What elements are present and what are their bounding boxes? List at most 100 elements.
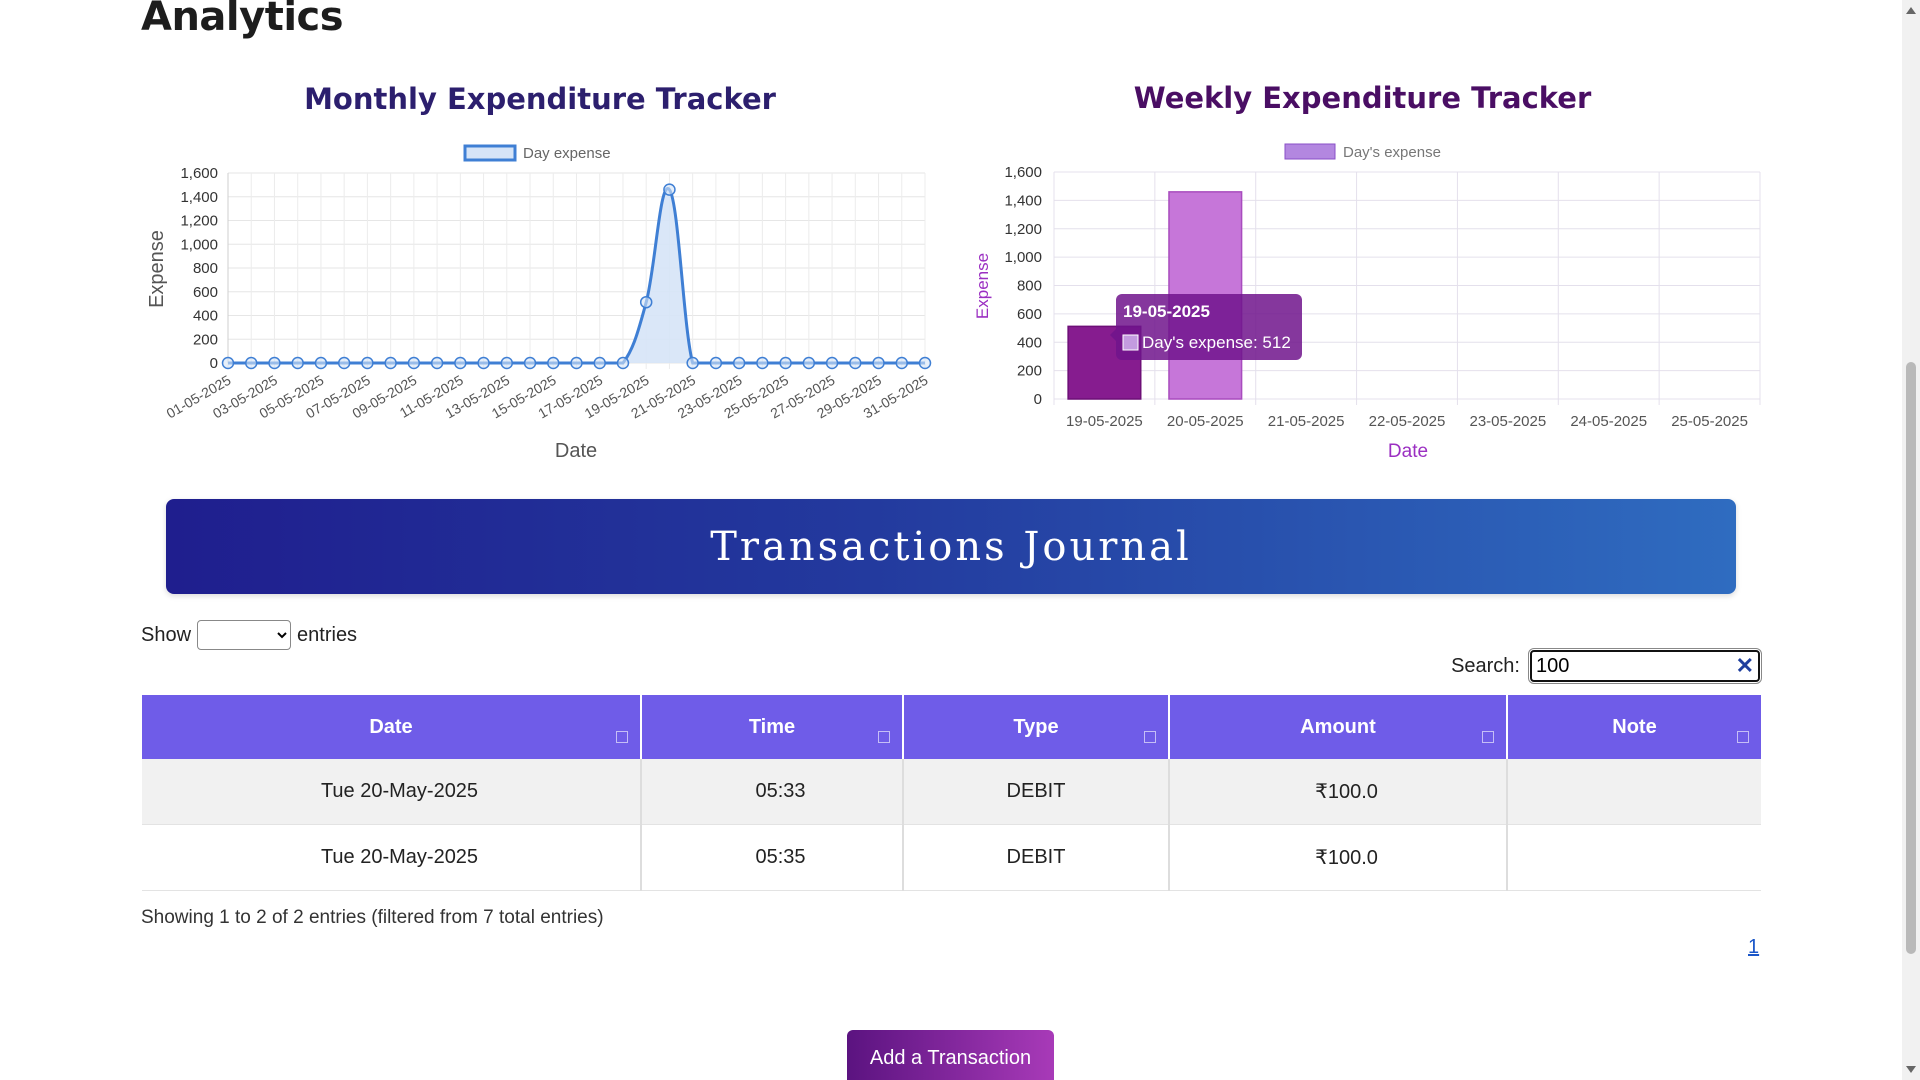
cell-amount: ₹100.0 — [1169, 824, 1508, 891]
entries-label: entries — [297, 623, 358, 646]
data-point — [570, 356, 583, 370]
pagination-page-1[interactable]: 1 — [1748, 936, 1759, 959]
vertical-scrollbar[interactable] — [1902, 0, 1920, 1080]
x-tick-label: 20-05-2025 — [1167, 413, 1244, 430]
column-header-note[interactable]: Note — [1507, 695, 1761, 759]
show-label: Show — [141, 623, 192, 646]
monthly-chart: Monthly Expenditure Tracker Day expense 0… — [140, 70, 940, 470]
tooltip-swatch — [1122, 334, 1139, 351]
cell-type: DEBIT — [903, 824, 1170, 891]
x-tick-label: 22-05-2025 — [1369, 413, 1446, 430]
x-tick-label: 21-05-2025 — [1268, 413, 1345, 430]
y-tick-label: 400 — [1017, 334, 1042, 351]
clear-search-icon[interactable]: ✕ — [1736, 653, 1754, 679]
entries-per-page-select[interactable] — [197, 620, 292, 650]
column-label: Amount — [1300, 715, 1376, 738]
sort-icon — [1737, 731, 1749, 743]
search-control: Search: ✕ — [1451, 648, 1762, 684]
scroll-down-arrow-icon[interactable] — [1906, 1066, 1916, 1073]
cell-note — [1507, 759, 1761, 825]
data-point — [361, 356, 374, 370]
legend-label: Day expense — [523, 145, 611, 162]
data-point — [314, 356, 328, 370]
x-tick-label: 25-05-2025 — [1671, 413, 1748, 430]
transactions-table: Date Time Type Amount Note Tue 20-May-20… — [142, 695, 1761, 891]
data-point — [244, 356, 258, 370]
y-tick-label: 1,600 — [180, 165, 218, 182]
x-tick-label: 19-05-2025 — [1066, 413, 1143, 430]
y-tick-label: 600 — [1017, 306, 1042, 323]
add-transaction-button[interactable]: Add a Transaction — [847, 1030, 1054, 1080]
data-point — [756, 356, 769, 370]
x-tick-label: 23-05-2025 — [1469, 413, 1546, 430]
page-heading: Analytics — [141, 0, 344, 40]
x-tick-label: 24-05-2025 — [1570, 413, 1647, 430]
cell-type: DEBIT — [903, 759, 1170, 825]
data-point — [639, 295, 653, 309]
y-tick-label: 200 — [1017, 363, 1042, 380]
weekly-chart: Weekly Expenditure Tracker Day's expense… — [960, 70, 1780, 470]
cell-time: 05:33 — [641, 759, 904, 825]
cell-time: 05:35 — [641, 824, 904, 891]
column-label: Note — [1612, 715, 1657, 738]
search-input[interactable] — [1536, 654, 1736, 678]
y-tick-label: 1,400 — [180, 189, 218, 206]
legend-label: Day's expense — [1343, 144, 1441, 161]
x-axis-title: Date — [1388, 441, 1428, 462]
data-point — [454, 356, 467, 370]
data-point — [407, 356, 421, 370]
data-point — [291, 356, 304, 370]
cell-note — [1507, 824, 1761, 891]
column-header-date[interactable]: Date — [142, 695, 642, 759]
table-header-row: Date Time Type Amount Note — [142, 695, 1761, 759]
monthly-chart-svg: Day expense 0 200 400 600 800 1,000 1,200 1,400 1… — [146, 144, 932, 462]
data-point — [918, 356, 932, 370]
column-header-type[interactable]: Type — [903, 695, 1170, 759]
data-point — [686, 356, 699, 370]
data-point — [709, 356, 723, 370]
y-tick-label: 0 — [210, 355, 218, 372]
legend-swatch — [1284, 143, 1336, 160]
cell-amount: ₹100.0 — [1169, 759, 1508, 825]
y-axis-title: Expense — [973, 253, 992, 319]
y-tick-label: 600 — [193, 284, 218, 301]
sort-icon — [616, 731, 628, 743]
search-box: ✕ — [1528, 648, 1762, 684]
table-row: Tue 20-May-2025 05:33 DEBIT ₹100.0 — [142, 759, 1761, 825]
tooltip-title: 19-05-2025 — [1123, 302, 1210, 321]
data-point — [593, 356, 606, 370]
y-tick-label: 400 — [193, 308, 218, 325]
data-point — [732, 356, 746, 370]
legend-swatch — [463, 144, 517, 162]
y-tick-label: 800 — [1017, 278, 1042, 295]
y-tick-label: 1,400 — [1004, 192, 1042, 209]
data-point — [663, 183, 676, 196]
cell-date: Tue 20-May-2025 — [142, 824, 642, 891]
y-tick-label: 1,000 — [180, 236, 218, 253]
sort-icon — [878, 731, 890, 743]
data-point — [384, 356, 397, 370]
column-label: Date — [369, 715, 413, 738]
column-label: Time — [748, 715, 796, 738]
search-label: Search: — [1451, 654, 1520, 677]
data-point — [616, 356, 630, 370]
scrollbar-thumb[interactable] — [1906, 362, 1916, 954]
table-row: Tue 20-May-2025 05:35 DEBIT ₹100.0 — [142, 824, 1761, 891]
y-tick-label: 200 — [193, 331, 218, 348]
weekly-chart-svg: Day's expense 0 200 400 600 800 1,000 1,200 1,40… — [973, 143, 1761, 462]
y-tick-label: 0 — [1034, 391, 1042, 408]
data-point — [825, 356, 839, 370]
data-point — [430, 356, 444, 370]
scroll-up-arrow-icon[interactable] — [1906, 7, 1916, 14]
data-point — [872, 356, 885, 370]
data-point — [477, 356, 490, 370]
data-point — [779, 356, 792, 370]
column-header-time[interactable]: Time — [641, 695, 904, 759]
column-header-amount[interactable]: Amount — [1169, 695, 1508, 759]
table-info: Showing 1 to 2 of 2 entries (filtered fr… — [141, 907, 604, 928]
data-point — [895, 356, 909, 370]
sort-icon — [1144, 731, 1156, 743]
data-point — [268, 356, 281, 370]
x-axis-title: Date — [555, 440, 597, 462]
y-axis-title: Expense — [146, 230, 168, 308]
